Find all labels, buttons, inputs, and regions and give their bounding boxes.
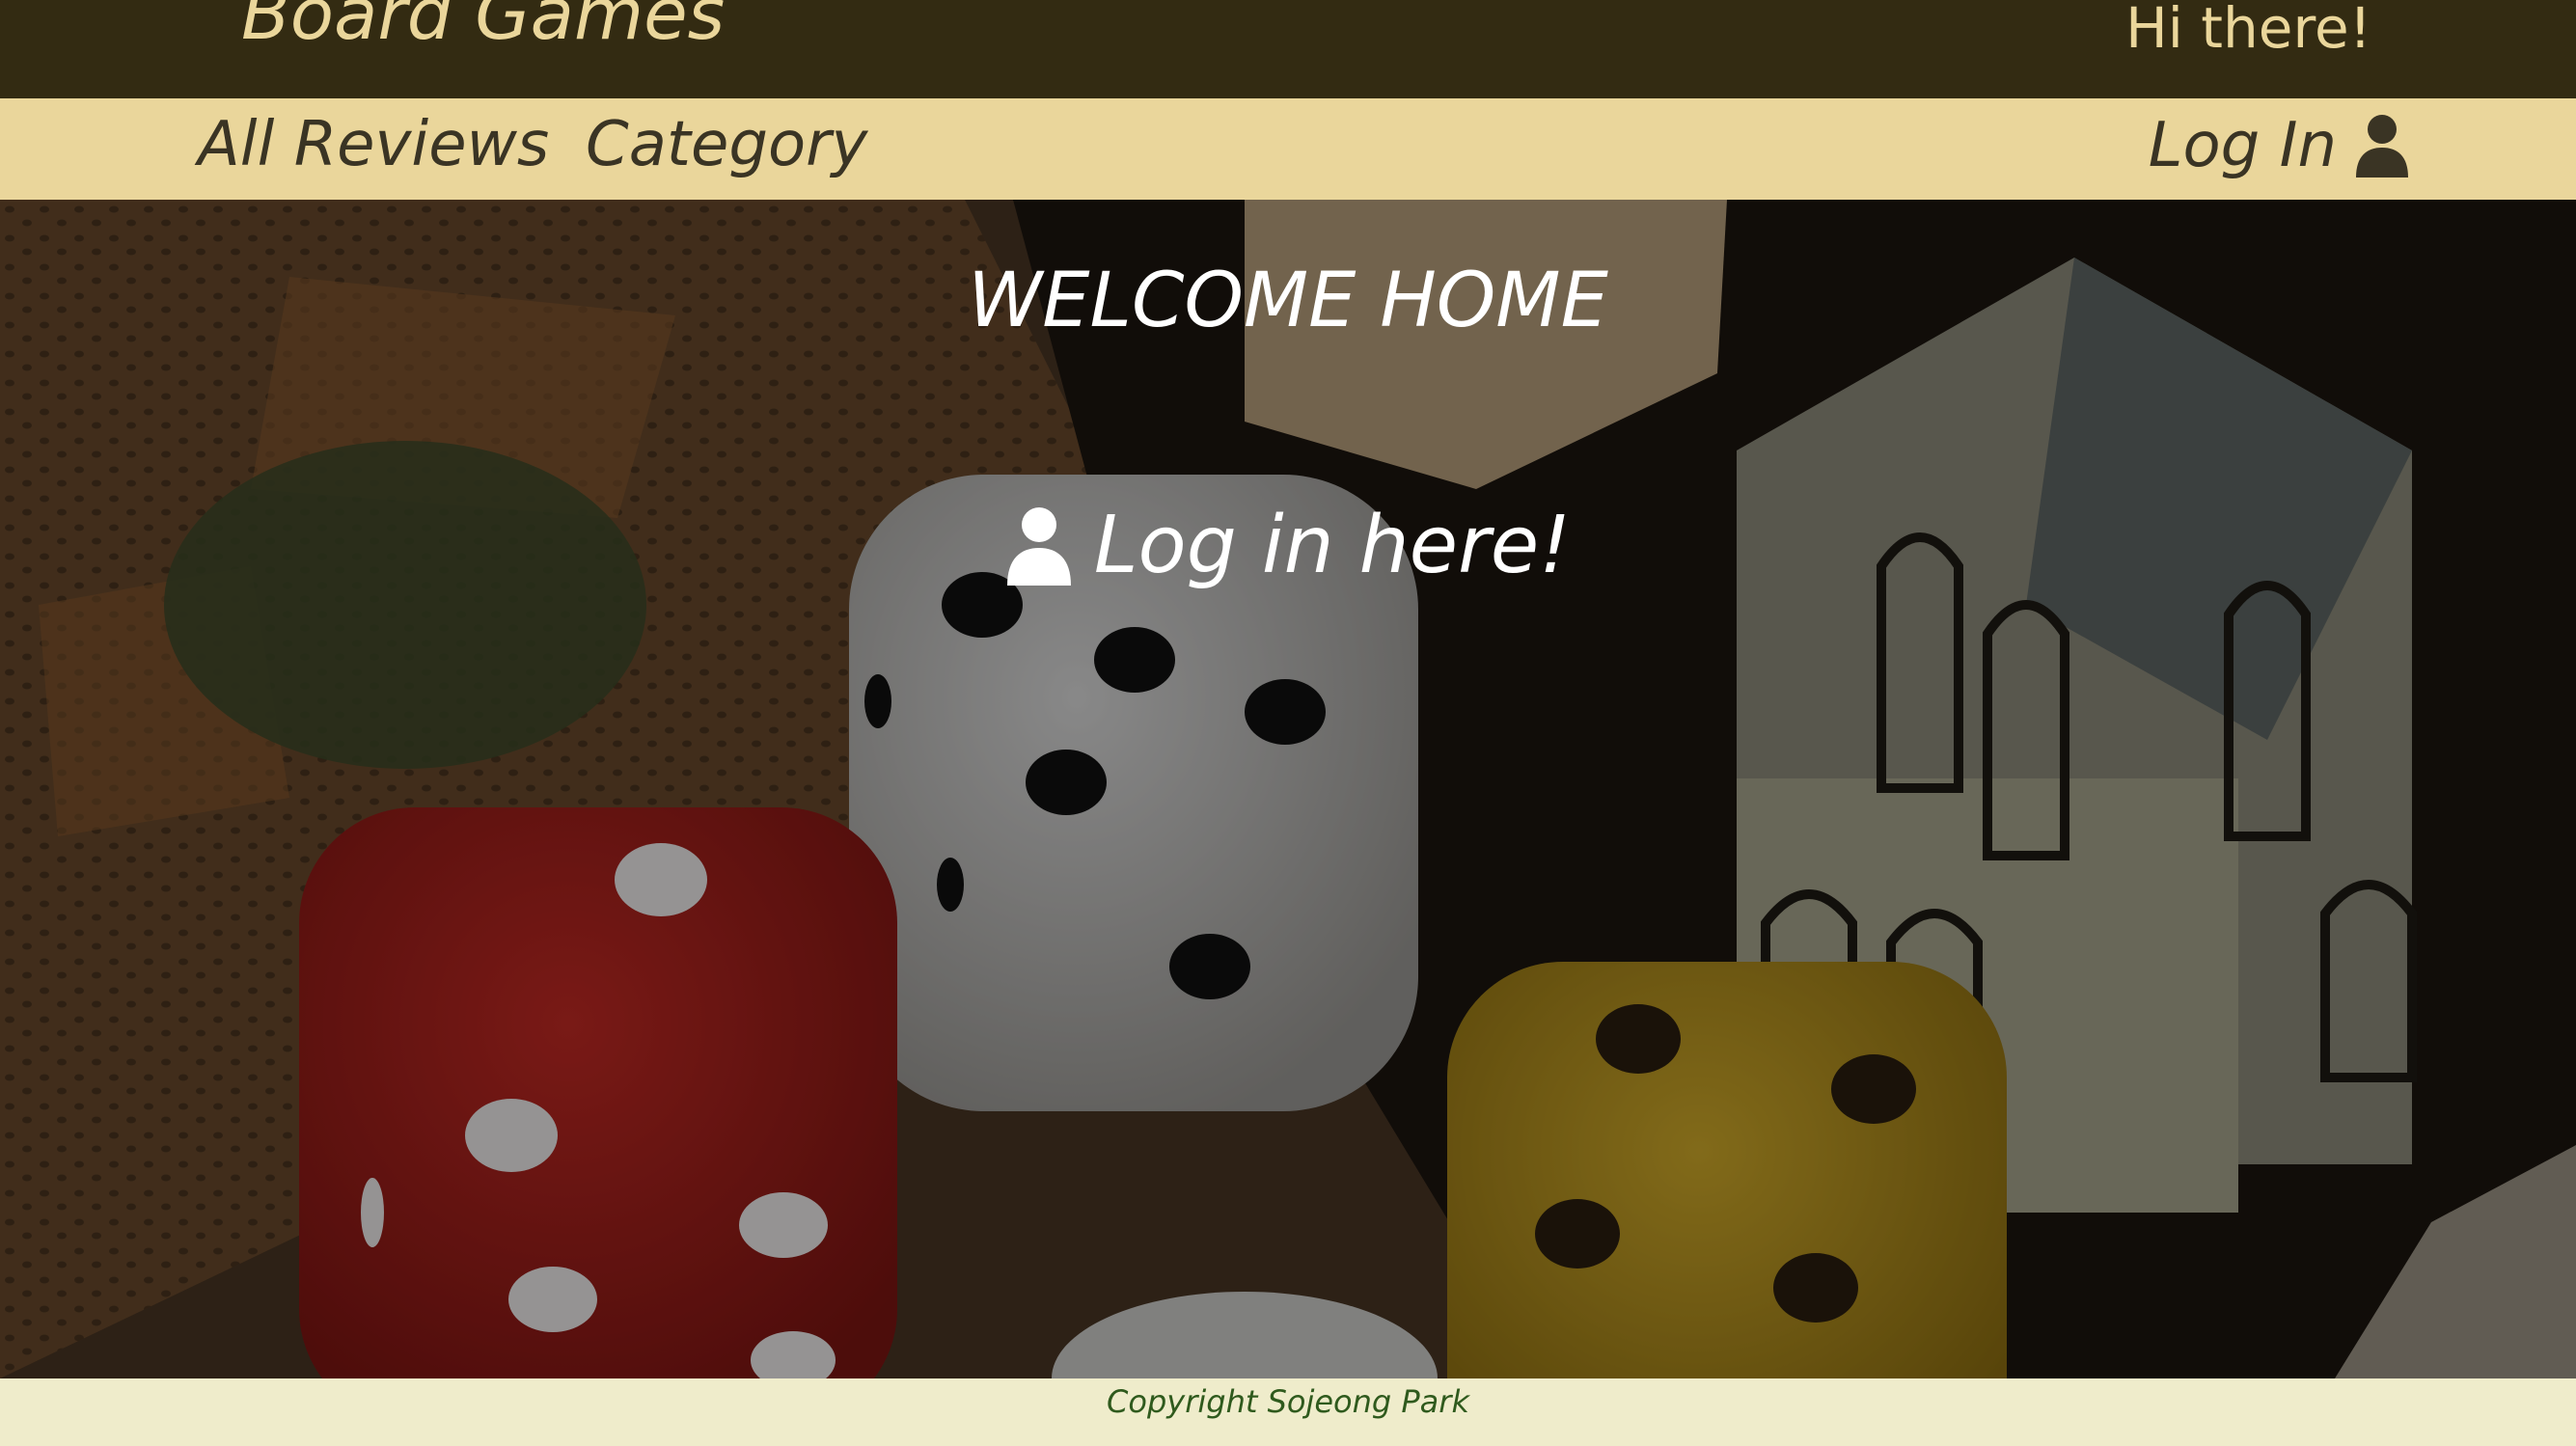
footer: Copyright Sojeong Park bbox=[0, 1378, 2576, 1446]
site-title[interactable]: Board Games bbox=[241, 0, 725, 50]
top-bar: Board Games Hi there! bbox=[0, 0, 2576, 98]
user-icon bbox=[2356, 115, 2408, 177]
welcome-heading: WELCOME HOME bbox=[968, 258, 1608, 344]
greeting-text: Hi there! bbox=[2125, 0, 2371, 61]
nav-login-link[interactable]: Log In bbox=[2149, 114, 2410, 177]
nav-category[interactable]: Category bbox=[586, 114, 867, 176]
hero-section: WELCOME HOME Log in here! bbox=[0, 200, 2576, 1378]
copyright-text: Copyright Sojeong Park bbox=[1107, 1383, 1469, 1420]
hero-login-label: Log in here! bbox=[1093, 500, 1572, 591]
hero-login-link[interactable]: Log in here! bbox=[0, 506, 2576, 586]
user-icon bbox=[1006, 507, 1071, 586]
hero-background-image bbox=[0, 200, 2576, 1378]
nav-login-label: Log In bbox=[2148, 110, 2337, 181]
nav-bar: All Reviews Category Log In bbox=[0, 98, 2576, 200]
nav-all-reviews[interactable]: All Reviews bbox=[198, 114, 549, 176]
